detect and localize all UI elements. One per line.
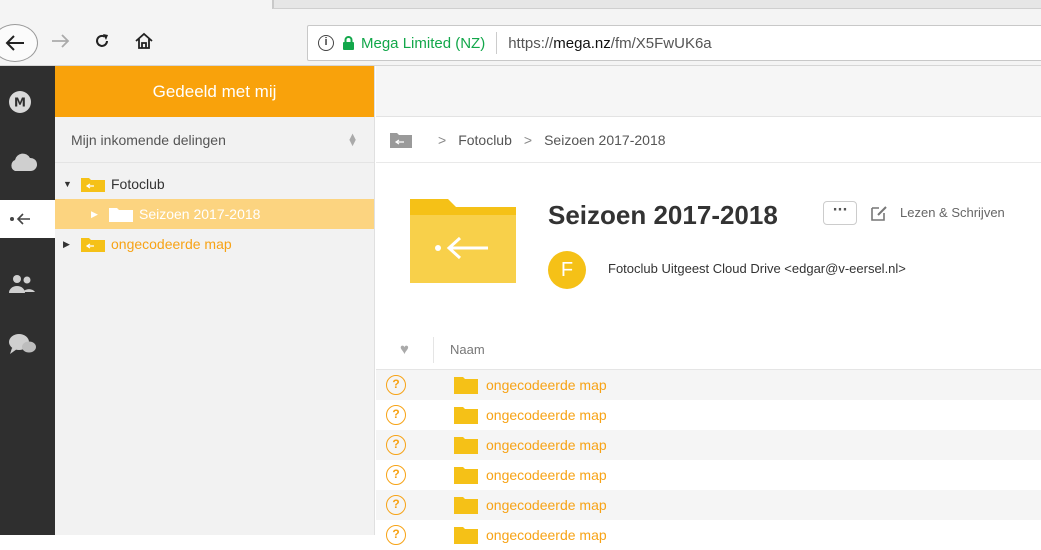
incoming-shares-crumb-icon[interactable] [390,132,412,148]
url-separator [496,32,498,54]
home-icon [135,32,153,49]
home-button[interactable] [128,24,160,58]
tree-item-label: ongecodeerde map [111,236,232,252]
shared-folder-icon [81,238,105,252]
tree-item-ongecodeerde[interactable]: ▶ ongecodeerde map [55,229,374,259]
folder-info-panel: Seizoen 2017-2018 ··· Lezen & Schrijven … [376,163,1041,330]
site-owner: Mega Limited (NZ) [361,34,486,52]
shared-folder-icon [81,178,105,192]
table-row[interactable]: ? ongecodeerde map [376,430,1041,460]
sidebar-header: Gedeeld met mij [55,66,374,117]
sidebar-subheader: Mijn inkomende delingen [71,131,226,148]
incoming-shares-icon [10,213,30,225]
undecrypted-status-icon: ? [386,525,406,545]
large-shared-folder-icon [410,199,516,283]
row-name: ongecodeerde map [486,497,607,513]
favorite-column-icon[interactable]: ♥ [376,336,434,363]
table-row[interactable]: ? ongecodeerde map [376,520,1041,550]
reload-button[interactable] [88,24,116,58]
folder-icon [454,407,478,424]
list-header: ♥ Naam [376,330,1041,370]
sidebar: Gedeeld met mij Mijn inkomende delingen … [55,66,375,535]
chat-icon [9,334,36,354]
forward-arrow-icon [52,34,70,48]
file-list: ? ongecodeerde map? ongecodeerde map? ongec… [376,370,1041,550]
tree-item-label: Seizoen 2017-2018 [139,206,261,222]
breadcrumb: > Fotoclub > Seizoen 2017-2018 [376,117,1041,163]
edit-permission-icon [871,206,887,221]
table-row[interactable]: ? ongecodeerde map [376,490,1041,520]
contacts-icon [9,275,35,293]
address-bar[interactable]: i Mega Limited (NZ) https://mega.nz/fm/X… [307,25,1041,61]
undecrypted-status-icon: ? [386,495,406,515]
incoming-shares-sort[interactable]: Mijn inkomende delingen ▲ ▼ [55,117,374,163]
mega-logo-icon: M [9,91,31,113]
sort-icon[interactable]: ▲ ▼ [347,131,358,148]
rail-chat[interactable] [0,324,55,364]
owner-info: Fotoclub Uitgeest Cloud Drive <edgar@v-e… [608,261,906,276]
avatar[interactable]: F [548,251,586,289]
browser-toolbar: i Mega Limited (NZ) https://mega.nz/fm/X… [0,0,1041,66]
icon-rail: M [0,66,55,535]
folder-icon [109,208,133,222]
url-prefix: https:// [508,34,554,52]
back-button[interactable] [0,24,38,62]
table-row[interactable]: ? ongecodeerde map [376,460,1041,490]
folder-icon [454,377,478,394]
chevron-right-icon: > [438,131,447,148]
mega-logo-button[interactable]: M [0,82,55,122]
row-name: ongecodeerde map [486,437,607,453]
tree-item-fotoclub[interactable]: ▼ Fotoclub [55,169,374,199]
rail-incoming-shares[interactable] [0,200,55,238]
collapsed-arrow-icon[interactable]: ▶ [91,209,103,220]
permission-label: Lezen & Schrijven [900,205,1005,220]
undecrypted-status-icon: ? [386,435,406,455]
folder-icon [454,497,478,514]
breadcrumb-item-fotoclub[interactable]: Fotoclub [458,132,512,148]
more-options-button[interactable]: ··· [823,201,857,225]
chevron-right-icon: > [523,131,533,148]
undecrypted-status-icon: ? [386,375,406,395]
row-name: ongecodeerde map [486,527,607,543]
table-row[interactable]: ? ongecodeerde map [376,370,1041,400]
reload-icon [96,34,108,47]
folder-title: Seizoen 2017-2018 [548,200,778,230]
row-name: ongecodeerde map [486,377,607,393]
folder-icon [454,467,478,484]
rail-cloud-drive[interactable] [0,142,55,182]
name-column-header[interactable]: Naam [434,342,485,357]
tab-strip [272,0,1041,9]
tree-item-seizoen[interactable]: ▶ Seizoen 2017-2018 [55,199,374,229]
expanded-arrow-icon[interactable]: ▼ [63,179,75,189]
forward-button[interactable] [46,24,74,58]
undecrypted-status-icon: ? [386,465,406,485]
back-arrow-icon [5,35,24,51]
collapsed-arrow-icon[interactable]: ▶ [63,239,75,250]
top-strip [376,66,1041,117]
main-panel: > Fotoclub > Seizoen 2017-2018 Seizoen 2… [376,66,1041,545]
table-row[interactable]: ? ongecodeerde map [376,400,1041,430]
lock-icon [343,36,354,50]
folder-icon [454,527,478,544]
url-text[interactable]: https://mega.nz/fm/X5FwUK6a [508,35,711,52]
undecrypted-status-icon: ? [386,405,406,425]
url-domain: mega.nz [553,34,611,52]
row-name: ongecodeerde map [486,407,607,423]
row-name: ongecodeerde map [486,467,607,483]
site-info-icon[interactable]: i [318,35,334,51]
rail-contacts[interactable] [0,264,55,304]
mega-logo-letter: M [14,96,26,110]
cloud-icon [11,153,38,171]
folder-icon [454,437,478,454]
url-path: /fm/X5FwUK6a [610,34,712,52]
tree-item-label: Fotoclub [111,176,165,192]
breadcrumb-item-current[interactable]: Seizoen 2017-2018 [544,132,665,148]
